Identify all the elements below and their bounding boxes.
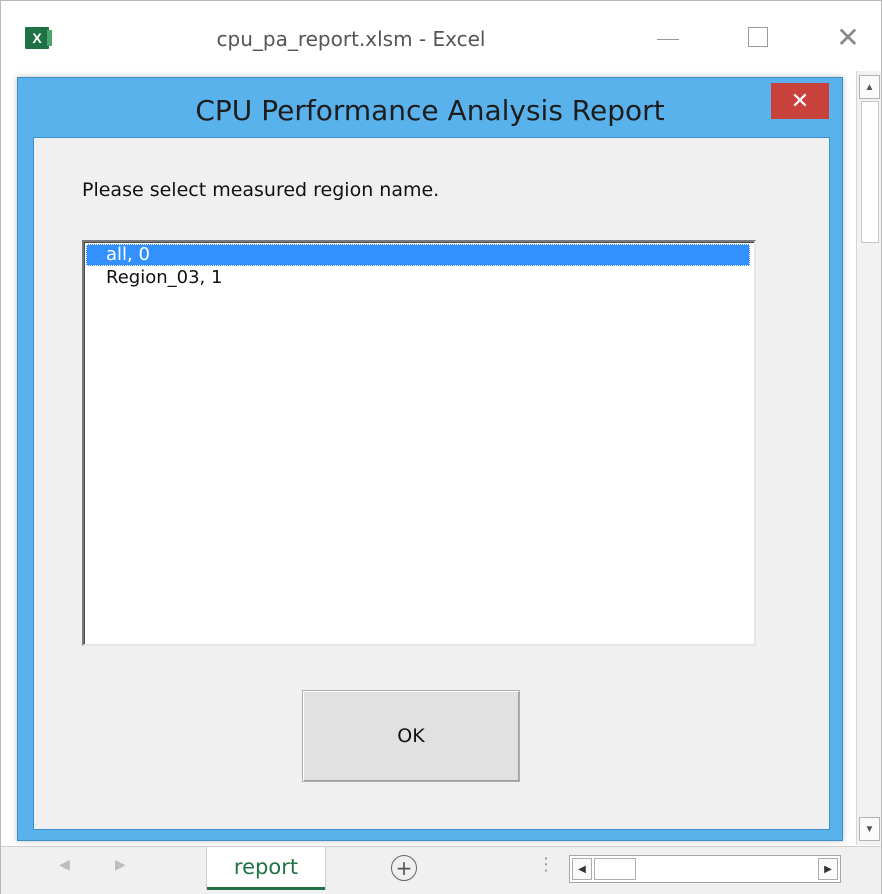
horizontal-scroll-thumb[interactable] [594,858,636,880]
vertical-scroll-thumb[interactable] [861,101,879,243]
title-bar: X cpu_pa_report.xlsm - Excel ✕ [1,1,881,71]
add-sheet-icon[interactable]: + [391,855,417,881]
vertical-scrollbar[interactable]: ▲ ▼ [856,71,881,845]
scroll-left-arrow-icon[interactable]: ◀ [572,858,592,880]
list-item[interactable]: Region_03, 1 [86,267,750,289]
minimize-icon [657,38,679,40]
close-icon: ✕ [836,20,860,54]
minimize-button[interactable] [645,19,691,55]
sheet-tab-report[interactable]: report [207,847,325,890]
region-listbox[interactable]: all, 0 Region_03, 1 [82,240,756,646]
region-select-dialog: CPU Performance Analysis Report ✕ Please… [17,77,843,841]
next-sheet-icon[interactable]: ▶ [115,857,126,873]
dialog-close-button[interactable]: ✕ [771,83,829,119]
tab-split-handle-icon[interactable]: ⋮ [537,856,555,874]
scroll-right-arrow-icon[interactable]: ▶ [818,858,838,880]
maximize-icon [748,27,768,47]
list-item[interactable]: all, 0 [86,244,750,266]
window-title: cpu_pa_report.xlsm - Excel [216,27,486,51]
sheet-tab-bar: ◀ ▶ report + ⋮ ◀ ▶ [1,846,881,894]
scroll-down-arrow-icon[interactable]: ▼ [859,817,880,841]
close-icon: ✕ [790,88,810,114]
excel-window: X cpu_pa_report.xlsm - Excel ✕ ▲ ▼ ◀ ▶ r… [0,0,882,894]
maximize-button[interactable] [735,19,781,55]
scroll-up-arrow-icon[interactable]: ▲ [859,75,880,99]
horizontal-scrollbar[interactable]: ◀ ▶ [569,855,841,883]
prev-sheet-icon[interactable]: ◀ [59,857,70,873]
prompt-label: Please select measured region name. [82,179,440,201]
dialog-body: Please select measured region name. all,… [33,137,830,830]
ok-button[interactable]: OK [302,690,520,782]
dialog-title: CPU Performance Analysis Report [195,94,665,127]
window-close-button[interactable]: ✕ [825,19,871,55]
